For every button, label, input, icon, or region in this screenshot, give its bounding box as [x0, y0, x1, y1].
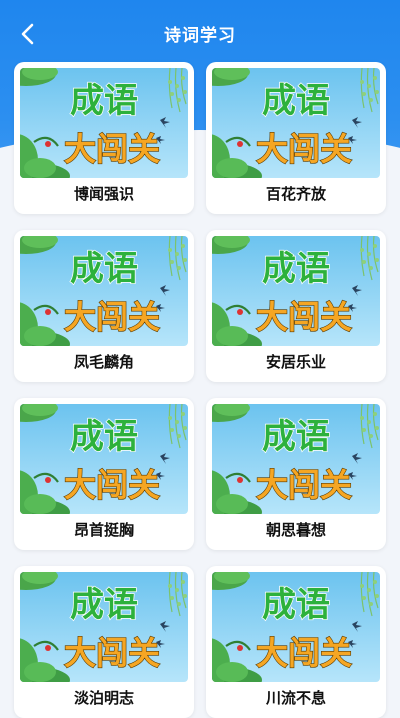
idiom-grid: 成语 大闯关 博闻强识 成语 大闯关 百花齐放 成语 大闯关 凤毛麟角 成语 大… — [14, 62, 386, 718]
idiom-label: 凤毛麟角 — [73, 353, 134, 371]
idiom-card[interactable]: 成语 大闯关 博闻强识 — [14, 62, 194, 214]
idiom-card[interactable]: 成语 大闯关 朝思暮想 — [206, 398, 386, 550]
idiom-card[interactable]: 成语 大闯关 昂首挺胸 — [14, 398, 194, 550]
svg-text:成语: 成语 — [70, 81, 138, 121]
svg-text:大闯关: 大闯关 — [256, 634, 352, 672]
idiom-label: 川流不息 — [265, 689, 326, 707]
svg-text:成语: 成语 — [70, 417, 138, 457]
svg-text:大闯关: 大闯关 — [256, 130, 352, 168]
idiom-card[interactable]: 成语 大闯关 凤毛麟角 — [14, 230, 194, 382]
idiom-thumbnail: 成语 大闯关 — [20, 236, 188, 346]
svg-text:大闯关: 大闯关 — [64, 130, 160, 168]
svg-text:成语: 成语 — [262, 249, 330, 289]
idiom-card[interactable]: 成语 大闯关 川流不息 — [206, 566, 386, 718]
svg-text:大闯关: 大闯关 — [256, 298, 352, 336]
chevron-left-icon — [21, 23, 34, 45]
svg-text:成语: 成语 — [262, 585, 330, 625]
idiom-card[interactable]: 成语 大闯关 淡泊明志 — [14, 566, 194, 718]
svg-text:成语: 成语 — [70, 249, 138, 289]
idiom-thumbnail: 成语 大闯关 — [212, 68, 380, 178]
idiom-card[interactable]: 成语 大闯关 百花齐放 — [206, 62, 386, 214]
top-bar: 诗词学习 — [0, 0, 400, 66]
idiom-game-banner: 成语 大闯关 — [20, 572, 188, 682]
idiom-game-banner: 成语 大闯关 — [20, 68, 188, 178]
idiom-game-banner: 成语 大闯关 — [212, 236, 380, 346]
idiom-game-banner: 成语 大闯关 — [212, 572, 380, 682]
svg-text:大闯关: 大闯关 — [64, 634, 160, 672]
svg-text:成语: 成语 — [262, 417, 330, 457]
idiom-thumbnail: 成语 大闯关 — [20, 572, 188, 682]
idiom-label: 朝思暮想 — [265, 521, 326, 539]
idiom-label: 淡泊明志 — [73, 689, 134, 707]
idiom-thumbnail: 成语 大闯关 — [20, 404, 188, 514]
idiom-thumbnail: 成语 大闯关 — [212, 572, 380, 682]
svg-text:成语: 成语 — [262, 81, 330, 121]
svg-text:成语: 成语 — [70, 585, 138, 625]
idiom-label: 百花齐放 — [265, 185, 326, 203]
idiom-label: 昂首挺胸 — [73, 521, 134, 539]
idiom-label: 博闻强识 — [73, 185, 134, 203]
svg-text:大闯关: 大闯关 — [64, 466, 160, 504]
back-button[interactable] — [14, 20, 42, 48]
page-title: 诗词学习 — [164, 25, 236, 46]
idiom-game-banner: 成语 大闯关 — [212, 68, 380, 178]
idiom-thumbnail: 成语 大闯关 — [212, 404, 380, 514]
svg-text:大闯关: 大闯关 — [256, 466, 352, 504]
idiom-game-banner: 成语 大闯关 — [20, 404, 188, 514]
idiom-card[interactable]: 成语 大闯关 安居乐业 — [206, 230, 386, 382]
idiom-game-banner: 成语 大闯关 — [212, 404, 380, 514]
idiom-game-banner: 成语 大闯关 — [20, 236, 188, 346]
idiom-thumbnail: 成语 大闯关 — [20, 68, 188, 178]
idiom-thumbnail: 成语 大闯关 — [212, 236, 380, 346]
svg-text:大闯关: 大闯关 — [64, 298, 160, 336]
idiom-label: 安居乐业 — [265, 353, 326, 371]
